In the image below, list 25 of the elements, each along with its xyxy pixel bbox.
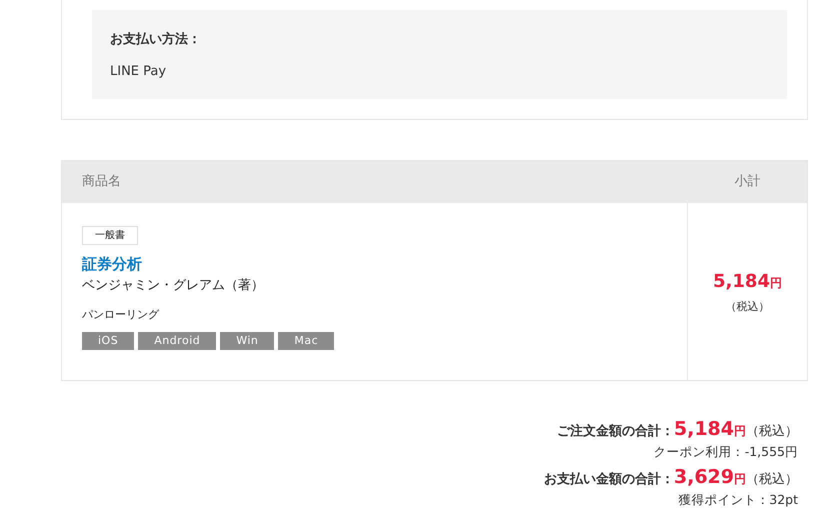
payment-method-label: お支払い方法： (110, 30, 202, 49)
total-amount: 3,629 (674, 465, 734, 490)
publisher-text: パンローリング (82, 308, 159, 321)
total-amount: 5,184 (674, 417, 734, 441)
tax-note: （税込） (726, 298, 770, 315)
payment-method-value: LINE Pay (110, 62, 168, 80)
tax-note: （税込） (746, 423, 798, 441)
currency-text: 円 (770, 274, 782, 292)
total-label: お支払い金額の合計： (544, 470, 674, 490)
tax-note: （税込） (746, 471, 798, 490)
column-header: 商品名 (82, 174, 121, 190)
summary-note: 獲得ポイント：32pt (678, 490, 798, 509)
platform-tag: iOS (82, 332, 134, 350)
total-label: ご注文金額の合計： (556, 422, 674, 441)
currency-text: 円 (734, 471, 746, 488)
summary-note: クーポン利用：-1,555円 (654, 442, 798, 460)
column-header: 小計 (734, 174, 760, 190)
platform-tag: Mac (278, 332, 334, 350)
author-text: ベンジャミン・グレアム（著） (82, 278, 264, 292)
currency-text: 円 (734, 423, 746, 440)
platform-tag: Win (220, 332, 274, 350)
platform-tag: Android (138, 332, 216, 350)
price-text: 5,184 (713, 270, 770, 294)
product-title-link[interactable]: 証券分析 (82, 253, 142, 276)
category-tag: 一般書 (82, 226, 138, 245)
